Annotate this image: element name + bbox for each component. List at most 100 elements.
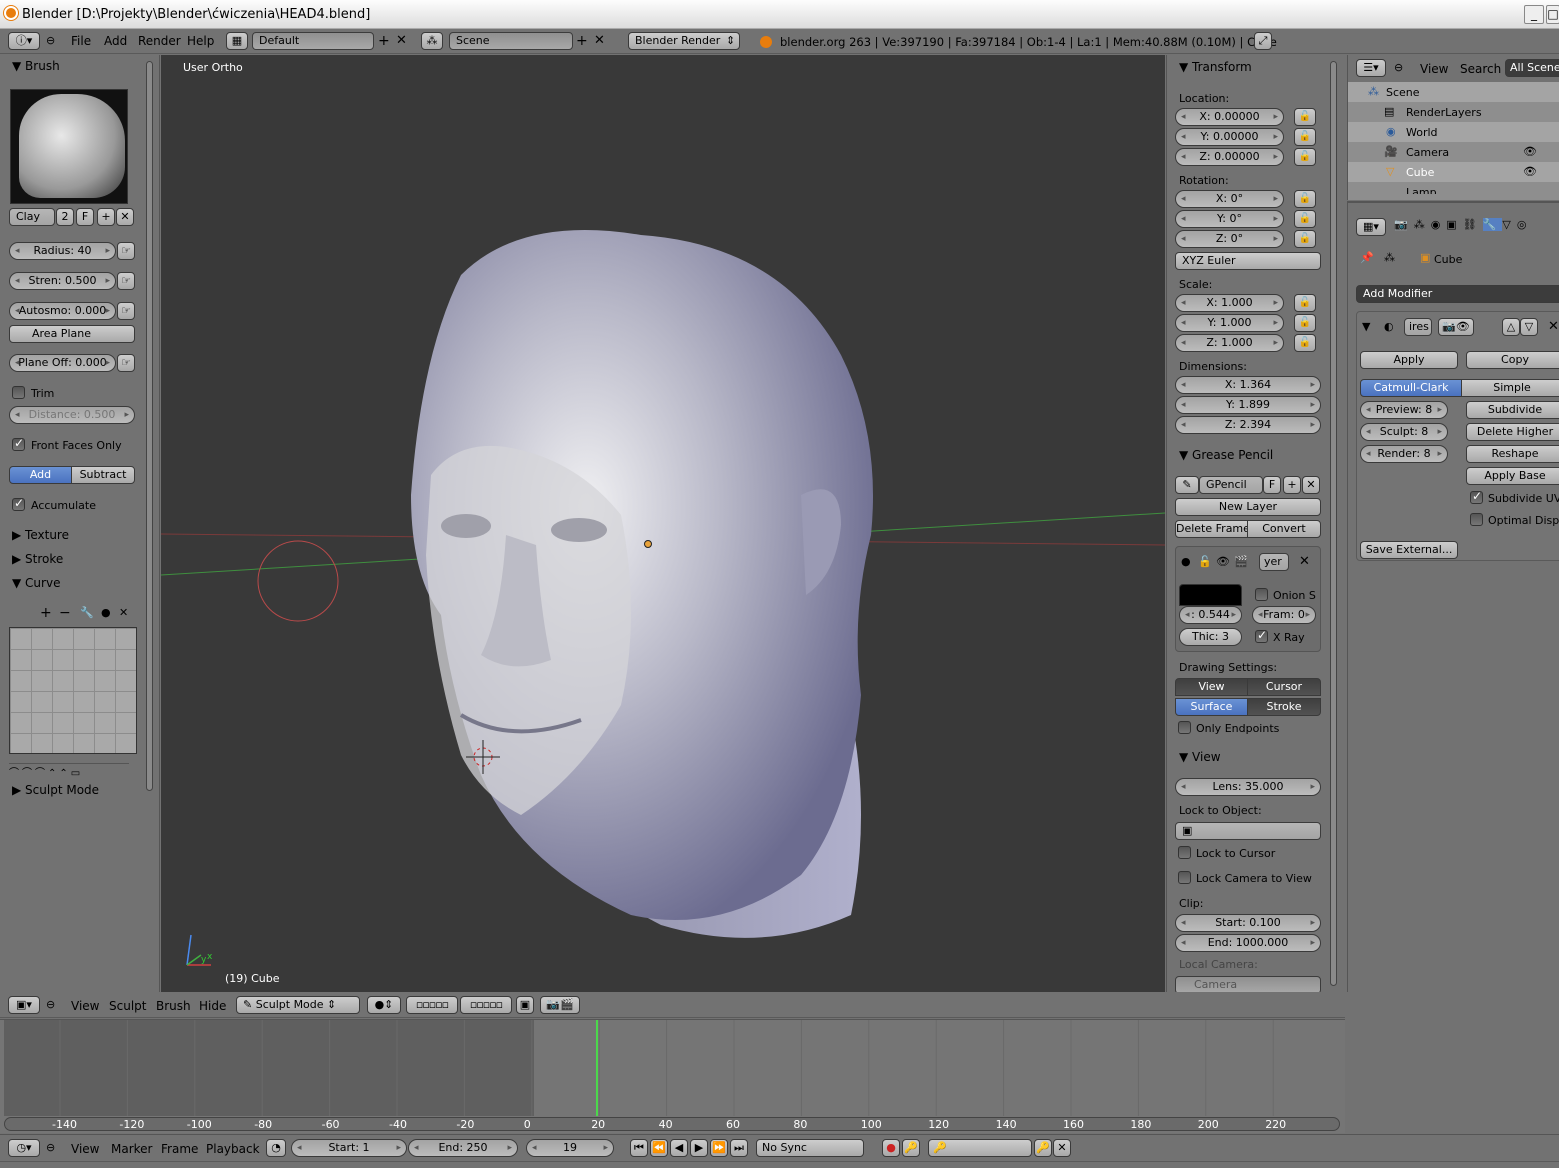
outliner-item-renderlayers[interactable]: RenderLayers: [1406, 106, 1482, 119]
layer-onion-icon[interactable]: 🎬: [1234, 554, 1248, 570]
gpencil-fake-user-button[interactable]: F: [1263, 476, 1281, 494]
rotation-y-field[interactable]: Y: 0°: [1175, 210, 1284, 228]
collapse-menu-icon[interactable]: ⊖: [46, 33, 55, 49]
preview-levels-field[interactable]: Preview: 8: [1360, 401, 1448, 419]
maximize-button[interactable]: □: [1546, 5, 1559, 24]
screen-layout-icon[interactable]: ▦: [226, 32, 248, 50]
plane-offset-pressure-icon[interactable]: ☞: [117, 354, 135, 372]
onion-skin-checkbox[interactable]: [1255, 588, 1268, 601]
location-y-field[interactable]: Y: 0.00000: [1175, 128, 1284, 146]
properties-context-tabs[interactable]: 📷⁂◉▣⛓🔧▽◎: [1394, 218, 1559, 236]
menu-render[interactable]: Render: [138, 34, 181, 48]
wrench-icon[interactable]: 🔧: [80, 605, 94, 621]
subtract-direction-button[interactable]: Subtract: [71, 466, 135, 484]
lock-to-cursor-checkbox[interactable]: [1178, 846, 1191, 859]
save-external-button[interactable]: Save External...: [1360, 541, 1458, 559]
gpencil-field[interactable]: GPencil: [1199, 476, 1263, 494]
brush-name-field[interactable]: Clay: [9, 208, 55, 226]
simple-button[interactable]: Simple: [1461, 379, 1559, 397]
properties-editor-type-button[interactable]: ▦▾: [1356, 218, 1386, 236]
lock-icon[interactable]: 🔓: [1294, 108, 1316, 126]
lock-camera-checkbox[interactable]: [1178, 871, 1191, 884]
strength-pressure-icon[interactable]: ☞: [117, 272, 135, 290]
layer-color-swatch[interactable]: [1179, 584, 1242, 606]
menu-brush[interactable]: Brush: [156, 999, 191, 1013]
stroke-panel-header[interactable]: ▶ Stroke: [12, 552, 63, 566]
layers-grid-2[interactable]: ▫▫▫▫▫: [460, 996, 512, 1014]
outliner-editor-type-button[interactable]: ☰▾: [1356, 59, 1386, 77]
render-toggle-icon[interactable]: 📷👁: [1438, 318, 1474, 336]
draw-stroke-button[interactable]: Stroke: [1247, 698, 1321, 716]
radius-field[interactable]: Radius: 40: [9, 242, 116, 260]
strength-field[interactable]: Stren: 0.500: [9, 272, 116, 290]
apply-button[interactable]: Apply: [1360, 351, 1458, 369]
collapse-menu-icon[interactable]: ⊖: [46, 1140, 55, 1156]
apply-base-button[interactable]: Apply Base: [1466, 467, 1559, 485]
scale-x-field[interactable]: X: 1.000: [1175, 294, 1284, 312]
rotation-mode-select[interactable]: XYZ Euler: [1175, 252, 1321, 270]
autosmooth-field[interactable]: Autosmo: 0.000: [9, 302, 116, 320]
outliner-item-world[interactable]: World: [1406, 126, 1438, 139]
end-frame-field[interactable]: End: 250: [408, 1139, 518, 1157]
accumulate-checkbox[interactable]: [12, 496, 25, 511]
layer-visibility-icon[interactable]: 👁: [1216, 554, 1230, 570]
delete-layout-icon[interactable]: ✕: [396, 33, 407, 49]
sculpt-mode-panel-header[interactable]: ▶ Sculpt Mode: [12, 783, 99, 797]
view-panel-header[interactable]: ▼ View: [1179, 750, 1221, 764]
add-direction-button[interactable]: Add: [9, 466, 72, 484]
delete-keyframe-icon[interactable]: ✕: [1053, 1139, 1071, 1157]
curve-widget[interactable]: [9, 627, 137, 754]
layer-opacity-field[interactable]: : 0.544: [1179, 606, 1242, 624]
menu-frame[interactable]: Frame: [161, 1142, 198, 1156]
delete-higher-button[interactable]: Delete Higher: [1466, 423, 1559, 441]
add-layout-icon[interactable]: +: [378, 33, 390, 49]
plane-offset-field[interactable]: Plane Off: 0.000: [9, 354, 116, 372]
modifier-name-field[interactable]: ires: [1404, 318, 1432, 336]
scene-icon[interactable]: ⁂: [421, 32, 443, 50]
screen-layout-field[interactable]: Default: [252, 32, 374, 50]
visibility-eye-icon[interactable]: 👁: [1523, 164, 1537, 180]
rotation-x-field[interactable]: X: 0°: [1175, 190, 1284, 208]
toolshelf-scrollbar[interactable]: [146, 61, 153, 791]
render-levels-field[interactable]: Render: 8: [1360, 445, 1448, 463]
menu-view[interactable]: View: [71, 999, 99, 1013]
layers-grid-1[interactable]: ▫▫▫▫▫: [406, 996, 458, 1014]
radius-pressure-icon[interactable]: ☞: [117, 242, 135, 260]
menu-add[interactable]: Add: [104, 34, 127, 48]
area-plane-select[interactable]: Area Plane: [9, 325, 135, 343]
scale-y-field[interactable]: Y: 1.000: [1175, 314, 1284, 332]
brush-fake-user-button[interactable]: F: [76, 208, 94, 226]
brush-preview[interactable]: [10, 89, 128, 204]
clip-end-field[interactable]: End: 1000.000: [1175, 934, 1321, 952]
record-icon[interactable]: ●: [882, 1139, 900, 1157]
preview-range-icon[interactable]: ◔: [266, 1139, 286, 1157]
texture-panel-header[interactable]: ▶ Texture: [12, 528, 69, 542]
subdivide-uvs-checkbox[interactable]: [1470, 489, 1483, 504]
draw-cursor-button[interactable]: Cursor: [1247, 678, 1321, 696]
dimension-x-field[interactable]: X: 1.364: [1175, 376, 1321, 394]
play-reverse-icon[interactable]: ◀: [670, 1139, 688, 1157]
render-engine-select[interactable]: Blender Render: [628, 32, 740, 50]
keying-set-icon[interactable]: 🔑: [902, 1139, 920, 1157]
viewport-shading-select[interactable]: ●⇕: [367, 996, 401, 1014]
rotation-z-field[interactable]: Z: 0°: [1175, 230, 1284, 248]
lock-object-field[interactable]: ▣: [1175, 822, 1321, 840]
jump-keyframe-back-icon[interactable]: ⏪: [650, 1139, 668, 1157]
jump-start-icon[interactable]: ⏮: [630, 1139, 648, 1157]
pencil-icon[interactable]: ✎: [1175, 476, 1199, 494]
new-layer-button[interactable]: New Layer: [1175, 498, 1321, 516]
add-curve-point-icon[interactable]: +: [40, 605, 52, 621]
dimension-y-field[interactable]: Y: 1.899: [1175, 396, 1321, 414]
outliner-menu-view[interactable]: View: [1420, 62, 1448, 76]
timeline-editor-type-button[interactable]: ◷▾: [8, 1139, 40, 1157]
collapse-menu-icon[interactable]: ⊖: [46, 997, 55, 1013]
move-down-icon[interactable]: ▽: [1520, 318, 1538, 336]
delete-brush-icon[interactable]: ✕: [116, 208, 134, 226]
outliner-menu-search[interactable]: Search: [1460, 62, 1501, 76]
reshape-button[interactable]: Reshape: [1466, 445, 1559, 463]
lock-icon[interactable]: 🔓: [1294, 148, 1316, 166]
outliner-item-cube[interactable]: Cube: [1406, 166, 1434, 179]
catmull-clark-button[interactable]: Catmull-Clark: [1360, 379, 1462, 397]
lock-icon[interactable]: 🔓: [1294, 294, 1316, 312]
jump-keyframe-forward-icon[interactable]: ⏩: [710, 1139, 728, 1157]
